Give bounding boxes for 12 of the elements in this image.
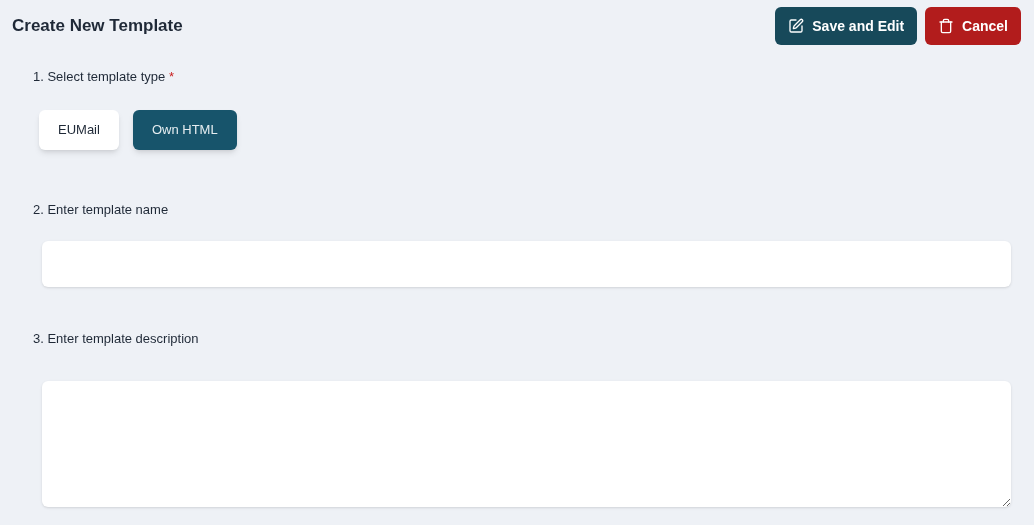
trash-icon	[938, 18, 955, 34]
page-title: Create New Template	[12, 15, 183, 38]
save-button[interactable]: Save and Edit	[775, 7, 918, 45]
description-field[interactable]	[42, 380, 1011, 507]
type-option[interactable]: Own HTML	[132, 109, 237, 150]
step-label: 2. Enter template name	[33, 200, 170, 219]
edit-icon	[788, 18, 805, 34]
step-label: 1. Select template type *	[33, 68, 175, 86]
cancel-button[interactable]: Cancel	[925, 7, 1021, 45]
step-label: 3. Enter template description	[33, 330, 200, 348]
name-field[interactable]	[42, 241, 1011, 287]
type-option[interactable]: EUMail	[39, 109, 119, 150]
